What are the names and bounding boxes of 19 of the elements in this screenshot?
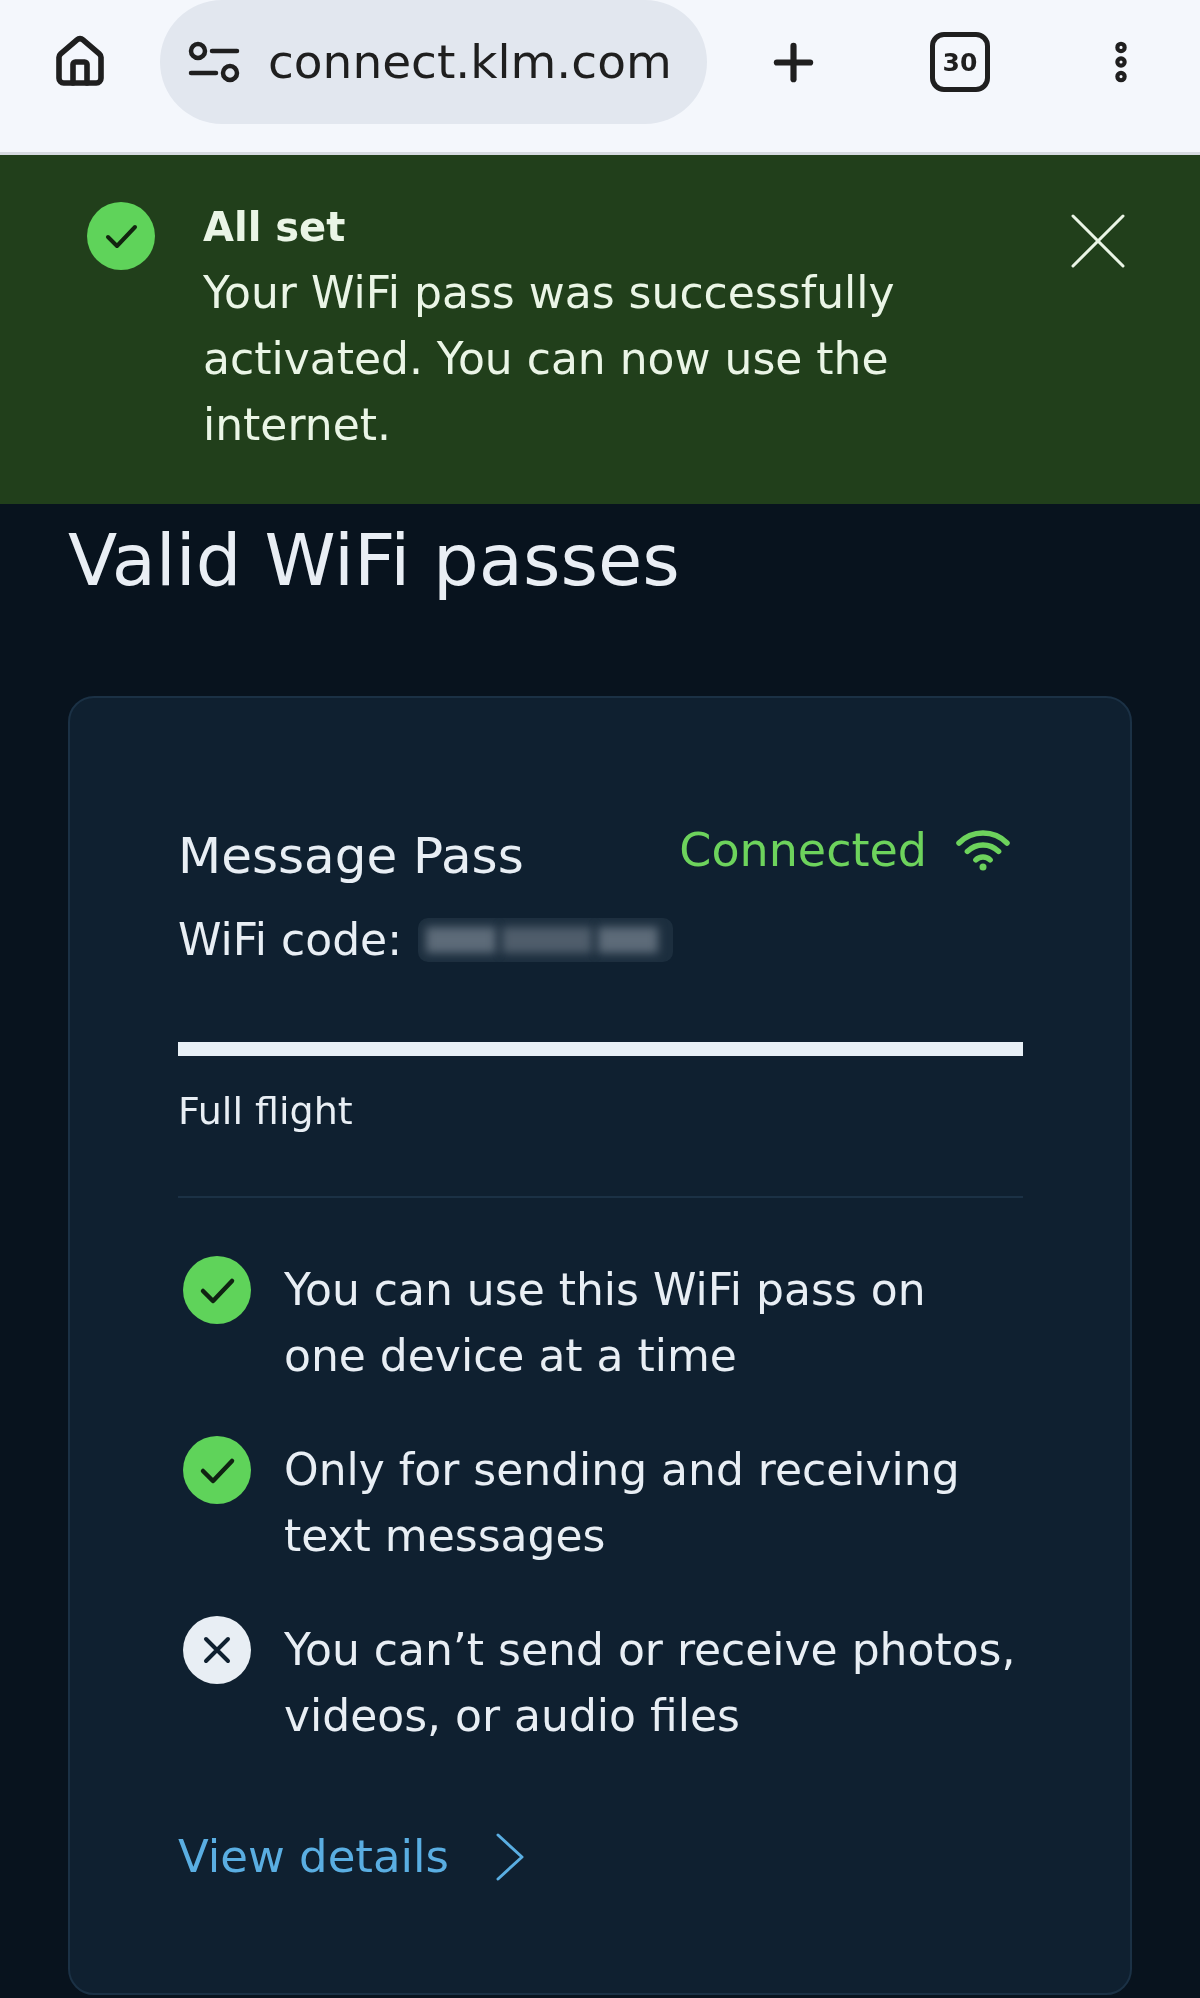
wifi-icon bbox=[953, 828, 1013, 872]
close-button[interactable] bbox=[1070, 213, 1126, 269]
duration-label: Full flight bbox=[178, 1088, 353, 1135]
feature-text: Only for sending and receiving text messages bbox=[284, 1443, 961, 1563]
check-circle-icon bbox=[87, 202, 155, 270]
code-label: WiFi code: bbox=[178, 913, 403, 967]
close-icon bbox=[1070, 213, 1126, 269]
view-details-link[interactable]: View details bbox=[178, 1824, 525, 1890]
feature-text: You can use this WiFi pass on one device at a time bbox=[284, 1263, 927, 1383]
page-heading: Valid WiFi passes bbox=[68, 518, 680, 602]
feature-text: You can’t send or receive photos, videos, or audio files bbox=[284, 1623, 1017, 1743]
chevron-right-icon bbox=[495, 1832, 525, 1882]
status-label: Connected bbox=[679, 822, 927, 878]
banner-title: All set bbox=[203, 203, 346, 252]
address-bar[interactable]: connect.klm.com bbox=[160, 0, 707, 124]
banner-message: Your WiFi pass was successfully activated. You can now use the internet. bbox=[203, 266, 896, 452]
pass-name: Message Pass bbox=[178, 826, 524, 886]
tune-icon[interactable] bbox=[188, 41, 240, 83]
tab-switcher-button[interactable]: 30 bbox=[930, 32, 990, 92]
